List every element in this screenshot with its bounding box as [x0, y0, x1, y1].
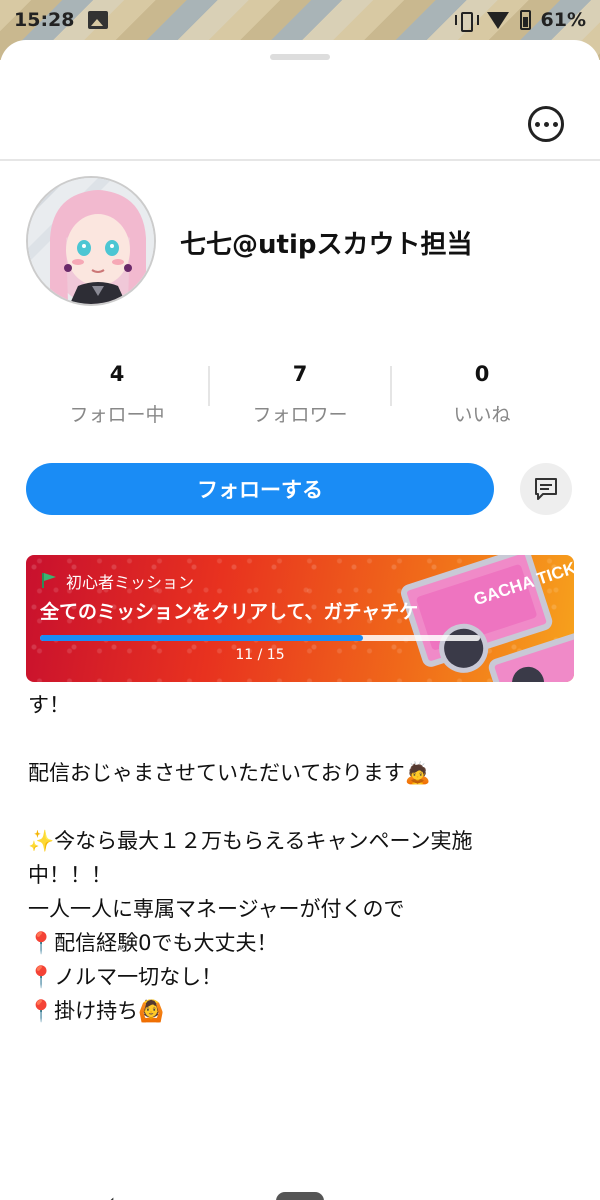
stat-following-value: 4	[109, 362, 125, 386]
more-options-button[interactable]	[528, 106, 564, 142]
profile-bio: す！ 配信おじゃまさせていただいております🙇 ✨今なら最大１２万もらえるキャンペーン…	[28, 688, 573, 1028]
follow-button[interactable]: フォローする	[26, 463, 494, 515]
more-dot-icon	[534, 121, 540, 127]
profile-name: 七七@utipスカウト担当	[180, 230, 473, 260]
header-divider	[0, 159, 600, 161]
wifi-icon	[486, 10, 510, 30]
stat-likes-value: 0	[474, 362, 490, 386]
more-dot-icon	[543, 121, 549, 127]
avatar-illustration	[28, 178, 154, 304]
stat-likes-label: いいね	[453, 404, 511, 426]
profile-sheet: 七七@utipスカウト担当 4 フォロー中 7 フォロワー 0 いいね フォロー…	[0, 40, 600, 1200]
back-nav-icon[interactable]: ‹	[106, 1188, 116, 1200]
mission-progress-text: 11 / 15	[235, 647, 285, 663]
stat-following-label: フォロー中	[69, 404, 165, 426]
vibrate-icon	[454, 11, 479, 32]
stat-followers[interactable]: 7 フォロワー	[209, 362, 391, 427]
status-right: 61%	[454, 9, 586, 32]
home-pill[interactable]	[276, 1192, 324, 1200]
bio-line: 配信おじゃまさせていただいております🙇	[28, 761, 431, 785]
mission-text: 全てのミッションをクリアして、ガチャチケ	[40, 601, 419, 623]
battery-percent: 61%	[540, 9, 586, 31]
status-time: 15:28	[14, 9, 75, 31]
mission-progress-fill	[40, 635, 363, 641]
drag-handle[interactable]	[270, 54, 330, 60]
bio-line: 中！！！	[28, 863, 112, 887]
battery-icon	[519, 10, 531, 30]
bio-line: 📍配信経験0でも大丈夫！	[28, 931, 278, 955]
message-button[interactable]	[520, 463, 572, 515]
bio-line: 📍掛け持ち🙆	[28, 999, 165, 1023]
stat-followers-label: フォロワー	[252, 404, 348, 426]
mission-progress-track	[40, 635, 480, 641]
mission-tag: 初心者ミッション	[66, 573, 195, 592]
bio-line	[28, 790, 573, 824]
image-icon	[88, 11, 109, 29]
bio-line: 📍ノルマ一切なし！	[28, 965, 223, 989]
stat-following[interactable]: 4 フォロー中	[26, 362, 208, 427]
bio-line: ✨今なら最大１２万もらえるキャンペーン実施	[28, 829, 473, 853]
flag-icon	[42, 573, 56, 588]
stat-likes[interactable]: 0 いいね	[391, 362, 573, 427]
message-icon	[535, 478, 557, 500]
bio-line: 一人一人に専属マネージャーが付くので	[28, 897, 405, 921]
status-bar: 15:28 61%	[0, 0, 600, 40]
bio-line	[28, 722, 573, 756]
stat-followers-value: 7	[292, 362, 308, 386]
avatar[interactable]	[26, 176, 156, 306]
mission-banner[interactable]: GACHA TICKET 初心者ミッション 全てのミッションをクリアして、ガチャ…	[26, 555, 574, 682]
bio-line: す！	[28, 693, 70, 717]
more-dot-icon	[552, 121, 558, 127]
